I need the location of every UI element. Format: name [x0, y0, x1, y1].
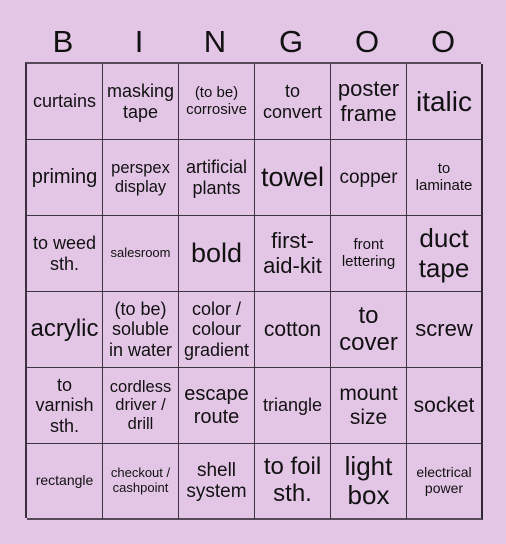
header-letter-o-2: O	[430, 24, 456, 59]
bingo-cell[interactable]: bold	[179, 216, 255, 292]
bingo-cell[interactable]: acrylic	[27, 292, 103, 368]
bingo-cell[interactable]: shell system	[179, 444, 255, 520]
bingo-cell[interactable]: to weed sth.	[27, 216, 103, 292]
bingo-cell[interactable]: rectangle	[27, 444, 103, 520]
bingo-cell[interactable]: (to be) corrosive	[179, 64, 255, 140]
bingo-cell[interactable]: cordless driver / drill	[103, 368, 179, 444]
bingo-header: B I N G O O	[25, 22, 481, 62]
bingo-cell[interactable]: color / colour gradient	[179, 292, 255, 368]
bingo-cell[interactable]: copper	[331, 140, 407, 216]
bingo-cell[interactable]: to convert	[255, 64, 331, 140]
bingo-cell[interactable]: duct tape	[407, 216, 483, 292]
header-letter-i: I	[134, 24, 144, 59]
bingo-cell[interactable]: escape route	[179, 368, 255, 444]
bingo-cell[interactable]: italic	[407, 64, 483, 140]
bingo-cell[interactable]: masking tape	[103, 64, 179, 140]
bingo-cell[interactable]: to cover	[331, 292, 407, 368]
bingo-cell[interactable]: triangle	[255, 368, 331, 444]
bingo-cell[interactable]: to varnish sth.	[27, 368, 103, 444]
bingo-cell[interactable]: mount size	[331, 368, 407, 444]
bingo-cell[interactable]: first-aid-kit	[255, 216, 331, 292]
header-letter-o: O	[354, 24, 380, 59]
bingo-cell[interactable]: curtains	[27, 64, 103, 140]
bingo-cell[interactable]: socket	[407, 368, 483, 444]
bingo-cell[interactable]: to laminate	[407, 140, 483, 216]
header-letter-b: B	[52, 24, 74, 59]
bingo-cell[interactable]: artificial plants	[179, 140, 255, 216]
bingo-cell[interactable]: poster frame	[331, 64, 407, 140]
bingo-cell[interactable]: electrical power	[407, 444, 483, 520]
header-letter-n: N	[203, 24, 227, 59]
bingo-cell[interactable]: (to be) soluble in water	[103, 292, 179, 368]
bingo-cell[interactable]: screw	[407, 292, 483, 368]
bingo-cell[interactable]: perspex display	[103, 140, 179, 216]
bingo-cell[interactable]: priming	[27, 140, 103, 216]
bingo-cell[interactable]: checkout / cashpoint	[103, 444, 179, 520]
bingo-cell[interactable]: light box	[331, 444, 407, 520]
bingo-grid: curtains masking tape (to be) corrosive …	[25, 62, 483, 520]
bingo-cell[interactable]: towel	[255, 140, 331, 216]
bingo-cell[interactable]: salesroom	[103, 216, 179, 292]
bingo-cell[interactable]: cotton	[255, 292, 331, 368]
bingo-cell[interactable]: front lettering	[331, 216, 407, 292]
bingo-cell[interactable]: to foil sth.	[255, 444, 331, 520]
header-letter-g: G	[278, 24, 304, 59]
